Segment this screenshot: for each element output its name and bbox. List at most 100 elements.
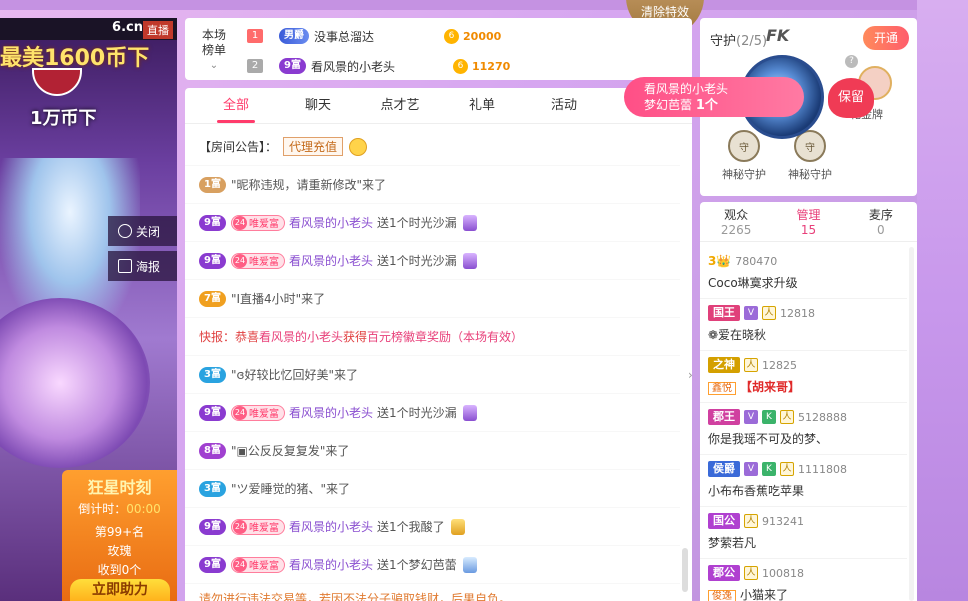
list-item[interactable]: 国公人 913241 梦萦若凡	[700, 507, 907, 559]
tab-admins[interactable]: 管理 15	[772, 202, 844, 241]
person-icon: 人	[780, 462, 794, 476]
vip-badge: 24 唯爱富	[230, 252, 285, 269]
message-user[interactable]: 看风景的小老头	[289, 556, 373, 573]
list-item[interactable]: 国王 V 人 12818 ❁爱在晓秋	[700, 299, 907, 351]
message-user[interactable]: 看风景的小老头	[289, 252, 373, 269]
user-name: 小猫来了	[740, 588, 789, 601]
person-icon: 人	[744, 566, 758, 580]
tab-count: 15	[800, 223, 817, 237]
event-title: 狂星时刻	[87, 478, 152, 497]
vip-icon: V	[744, 306, 758, 320]
tab-audience[interactable]: 观众 2265	[700, 202, 772, 241]
list-item[interactable]: 之神人 12825 鑫悦 【胡来哥】	[700, 351, 907, 403]
tab-label: 观众	[724, 208, 749, 222]
chat-message: 3富 "ɞ好较比忆回好美"来了	[185, 356, 680, 394]
vip-label: 唯爱富	[248, 561, 279, 572]
ranking-label[interactable]: 本场榜单 ⌄	[197, 28, 231, 73]
tab-talent[interactable]: 点才艺	[359, 88, 441, 123]
hourglass-gift-icon	[462, 252, 477, 269]
person-icon: 人	[744, 358, 758, 372]
vip-level: 24	[232, 215, 247, 230]
crown-rank: 3👑	[708, 254, 732, 268]
list-item[interactable]: 郡公人 100818 俊逸 小猫来了	[700, 559, 907, 601]
noble-rank-badge: 国王	[708, 305, 740, 321]
noble-rank-badge: 郡公	[708, 565, 740, 581]
user-name: Coco琳寞求升级	[708, 276, 798, 290]
help-now-button[interactable]: 立即助力	[70, 579, 170, 601]
audience-list[interactable]: 3👑 780470 Coco琳寞求升级 国王 V 人 12818 ❁爱在晓秋 之神人 12…	[700, 247, 907, 601]
list-item[interactable]: 3👑 780470 Coco琳寞求升级	[700, 247, 907, 299]
poster-button[interactable]: 海报	[108, 251, 177, 281]
message-user[interactable]: 看风景的小老头	[289, 214, 373, 231]
coin-icon: 6	[452, 58, 468, 74]
chevron-down-icon: ⌄	[209, 60, 219, 71]
promo-mouth-image	[32, 68, 82, 96]
noble-rank-badge: 郡王	[708, 409, 740, 425]
rank-number: 1	[247, 29, 263, 43]
user-id: 780470	[735, 254, 778, 268]
wealth-badge: 9富	[199, 214, 226, 231]
top-bar	[0, 0, 917, 10]
ranking-row-2[interactable]: 2 9富 看风景的小老头 6 11270	[247, 56, 510, 76]
user-name: 【胡来哥】	[740, 380, 801, 394]
guard-title-text: 守护	[710, 34, 737, 49]
chat-message: 9富 24 唯爱富 看风景的小老头 送1个梦幻芭蕾	[185, 546, 680, 584]
message-user[interactable]: 看风景的小老头	[289, 518, 373, 535]
close-video-button[interactable]: 关闭	[108, 216, 177, 246]
wealth-badge: 1富	[199, 176, 226, 193]
list-item[interactable]: 侯爵 V K 人 1111808 小布布香蕉吃苹果	[700, 455, 907, 507]
guard-member-name: 神秘守护	[788, 168, 832, 181]
chat-message: 1富 "昵称违规，请重新修改"来了	[185, 166, 680, 204]
message-user[interactable]: 看风景的小老头	[289, 404, 373, 421]
vip-badge: 24 唯爱富	[230, 404, 285, 421]
wealth-badge: 9富	[279, 58, 306, 74]
chat-message: 9富 24 唯爱富 看风景的小老头 送1个时光沙漏	[185, 394, 680, 432]
countdown-label: 倒计时：	[78, 502, 127, 516]
tab-gifts[interactable]: 礼单	[441, 88, 523, 123]
keep-heart-button[interactable]: 保留	[828, 78, 874, 118]
tab-count: 2265	[720, 223, 752, 237]
tab-all[interactable]: 全部	[195, 88, 277, 123]
guard-member[interactable]: 守 神秘守护	[714, 130, 774, 182]
user-id: 100818	[762, 566, 804, 580]
vip-level: 24	[232, 557, 247, 572]
notice-user[interactable]: 看风景的小老头	[259, 328, 343, 345]
k-icon: K	[762, 410, 776, 424]
chat-message: 9富 24 唯爱富 看风景的小老头 送1个时光沙漏	[185, 242, 680, 280]
user-id: 913241	[762, 514, 804, 528]
ranking-row-1[interactable]: 1 男爵 没事总溜达 6 20000	[247, 26, 501, 46]
message-text: 送1个时光沙漏	[376, 254, 457, 268]
vip-level: 24	[232, 519, 247, 534]
shield-icon: 守	[728, 130, 760, 162]
audience-scrollbar[interactable]	[909, 247, 914, 601]
open-guard-button[interactable]: 开通	[863, 26, 909, 50]
event-received: 收到0个	[97, 563, 142, 577]
tab-chat[interactable]: 聊天	[277, 88, 359, 123]
promo-text-2: 1万币下	[30, 108, 97, 129]
page-background-deco	[917, 0, 968, 601]
vip-level: 24	[232, 253, 247, 268]
vip-icon: V	[744, 410, 758, 424]
tab-mic-queue[interactable]: 麦序 0	[845, 202, 917, 241]
chat-scrollbar[interactable]	[682, 548, 688, 592]
message-text: 送1个时光沙漏	[376, 406, 457, 420]
tab-events[interactable]: 活动	[523, 88, 605, 123]
announce-tag[interactable]: 代理充值	[283, 137, 344, 156]
message-text: 送1个时光沙漏	[376, 216, 457, 230]
notice-mid: 获得	[343, 330, 368, 344]
ranking-label-text: 本场榜单	[201, 28, 226, 57]
help-icon[interactable]: ?	[845, 55, 858, 68]
chevron-right-icon[interactable]: ›	[688, 368, 700, 392]
coin-icon: 6	[444, 28, 460, 44]
room-announcement: 【房间公告】： 代理充值	[185, 128, 680, 166]
fk-logo: FK	[766, 26, 790, 45]
gift-popup-user: 看风景的小老头	[644, 82, 729, 96]
vip-label: 唯爱富	[248, 409, 279, 420]
chat-messages[interactable]: 【房间公告】： 代理充值 1富 "昵称违规，请重新修改"来了 9富 24 唯爱富 …	[185, 128, 680, 584]
vip-label: 唯爱富	[248, 523, 279, 534]
noble-rank-badge: 侯爵	[708, 461, 740, 477]
wealth-badge: 8富	[199, 442, 226, 459]
list-item[interactable]: 郡王 V K 人 5128888 你是我瑶不可及的梦、	[700, 403, 907, 455]
event-rank: 第99+名	[94, 525, 145, 539]
video-player[interactable]: 6.cn 直播 最美1600币下 1万币下 关闭 海报 狂星时刻 倒计时：00:…	[0, 18, 177, 601]
